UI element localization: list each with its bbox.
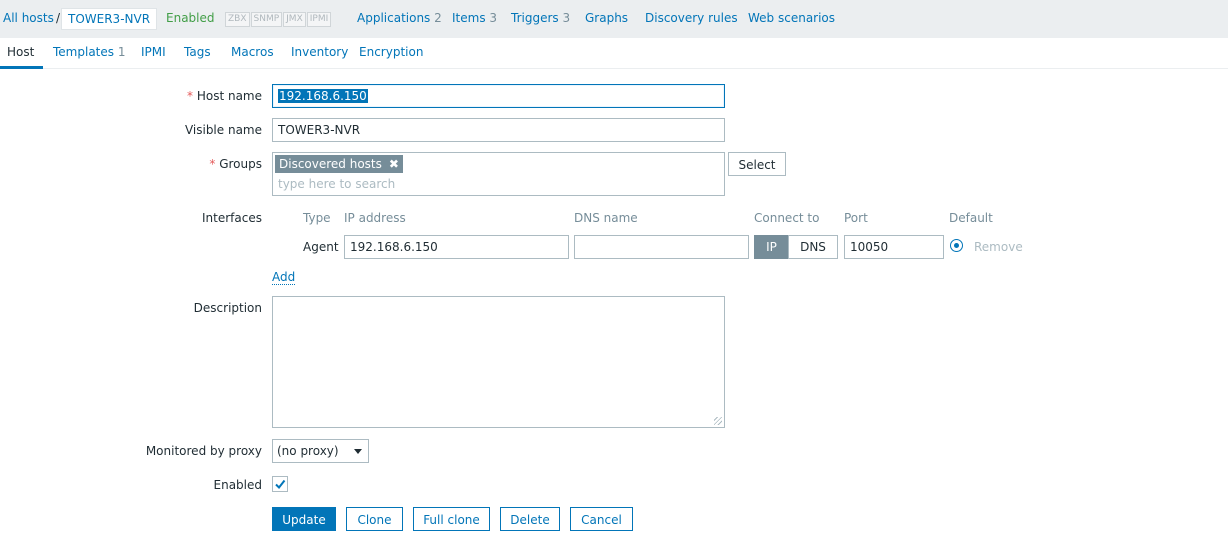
nav-applications[interactable]: Applications 2 <box>357 11 442 25</box>
jmx-availability-badge: JMX <box>283 12 306 27</box>
groups-label-text: Groups <box>219 157 262 171</box>
nav-items[interactable]: Items 3 <box>452 11 497 25</box>
ipmi-availability-badge: IPMI <box>306 12 332 27</box>
group-chip: Discovered hosts ✖ <box>275 155 403 173</box>
remove-group-icon[interactable]: ✖ <box>389 155 399 173</box>
nav-items-count: 3 <box>489 11 498 25</box>
description-label: Description <box>193 301 262 315</box>
zbx-availability-badge: ZBX <box>225 12 250 27</box>
default-interface-radio[interactable] <box>950 239 963 252</box>
groups-label: * Groups <box>209 157 262 171</box>
tab-tags[interactable]: Tags <box>184 45 211 59</box>
nav-web-scenarios[interactable]: Web scenarios <box>748 11 835 25</box>
delete-button[interactable]: Delete <box>500 507 560 531</box>
group-chip-label: Discovered hosts <box>279 157 382 171</box>
tab-macros[interactable]: Macros <box>231 45 274 59</box>
proxy-select[interactable]: (no proxy) <box>272 439 369 463</box>
checkmark-icon <box>275 479 286 490</box>
interface-header-default: Default <box>949 211 993 225</box>
interface-port-input[interactable]: 10050 <box>844 235 944 259</box>
tab-templates-label: Templates <box>53 45 115 59</box>
enabled-checkbox[interactable] <box>272 476 288 492</box>
snmp-availability-badge: SNMP <box>250 12 283 27</box>
nav-items-label: Items <box>452 11 486 25</box>
host-name-label-text: Host name <box>196 89 262 103</box>
nav-triggers-label: Triggers <box>511 11 559 25</box>
host-name-label: * Host name <box>187 89 262 103</box>
chevron-down-icon <box>354 449 362 454</box>
proxy-label: Monitored by proxy <box>145 444 262 458</box>
required-mark: * <box>187 89 193 103</box>
breadcrumb-current-host[interactable]: TOWER3-NVR <box>61 8 158 30</box>
interface-header-connect: Connect to <box>754 211 820 225</box>
form-tabs: Host Templates 1 IPMI Tags Macros Invent… <box>0 38 1228 69</box>
interface-header-dns: DNS name <box>574 211 638 225</box>
connect-to-dns-toggle[interactable]: DNS <box>788 235 838 259</box>
host-status-enabled[interactable]: Enabled <box>166 11 215 25</box>
tab-templates-count: 1 <box>117 45 126 59</box>
host-name-input[interactable]: 192.168.6.150 <box>272 84 725 108</box>
enabled-label: Enabled <box>213 478 263 492</box>
host-navigation: All hosts / TOWER3-NVR Enabled ZBX SNMP … <box>0 0 1228 38</box>
groups-search-placeholder[interactable]: type here to search <box>278 177 395 191</box>
tab-host[interactable]: Host <box>7 45 34 59</box>
interface-ip-input[interactable]: 192.168.6.150 <box>344 235 569 259</box>
interfaces-label: Interfaces <box>202 211 262 225</box>
description-textarea[interactable] <box>272 296 725 428</box>
remove-interface-link[interactable]: Remove <box>974 240 1023 254</box>
full-clone-button[interactable]: Full clone <box>413 507 490 531</box>
resize-grip-icon[interactable] <box>714 417 722 425</box>
nav-triggers-count: 3 <box>562 11 571 25</box>
tab-templates[interactable]: Templates 1 <box>53 45 125 59</box>
groups-select-button[interactable]: Select <box>728 152 786 176</box>
tab-inventory[interactable]: Inventory <box>291 45 348 59</box>
nav-graphs[interactable]: Graphs <box>585 11 628 25</box>
breadcrumb-separator: / <box>56 11 61 25</box>
tab-ipmi[interactable]: IPMI <box>141 45 166 59</box>
interface-header-ip: IP address <box>344 211 406 225</box>
visible-name-input[interactable]: TOWER3-NVR <box>272 118 725 142</box>
nav-applications-count: 2 <box>434 11 442 25</box>
nav-discovery-rules[interactable]: Discovery rules <box>645 11 738 25</box>
interface-type: Agent <box>303 240 339 254</box>
cancel-button[interactable]: Cancel <box>570 507 633 531</box>
host-name-value: 192.168.6.150 <box>278 89 368 103</box>
active-tab-indicator <box>0 66 43 69</box>
interface-dns-input[interactable] <box>574 235 749 259</box>
nav-triggers[interactable]: Triggers 3 <box>511 11 570 25</box>
add-interface-link[interactable]: Add <box>272 270 296 285</box>
connect-to-ip-toggle[interactable]: IP <box>754 235 789 259</box>
visible-name-label: Visible name <box>184 123 262 137</box>
nav-applications-label: Applications <box>357 11 431 25</box>
update-button[interactable]: Update <box>272 507 336 531</box>
interface-header-port: Port <box>844 211 868 225</box>
proxy-select-value: (no proxy) <box>277 444 339 458</box>
required-mark: * <box>209 157 216 171</box>
availability-indicators: ZBX SNMP JMX IPMI <box>225 12 332 27</box>
tab-encryption[interactable]: Encryption <box>359 45 423 59</box>
clone-button[interactable]: Clone <box>346 507 403 531</box>
interface-header-type: Type <box>303 211 331 225</box>
breadcrumb-all-hosts[interactable]: All hosts <box>3 11 54 25</box>
